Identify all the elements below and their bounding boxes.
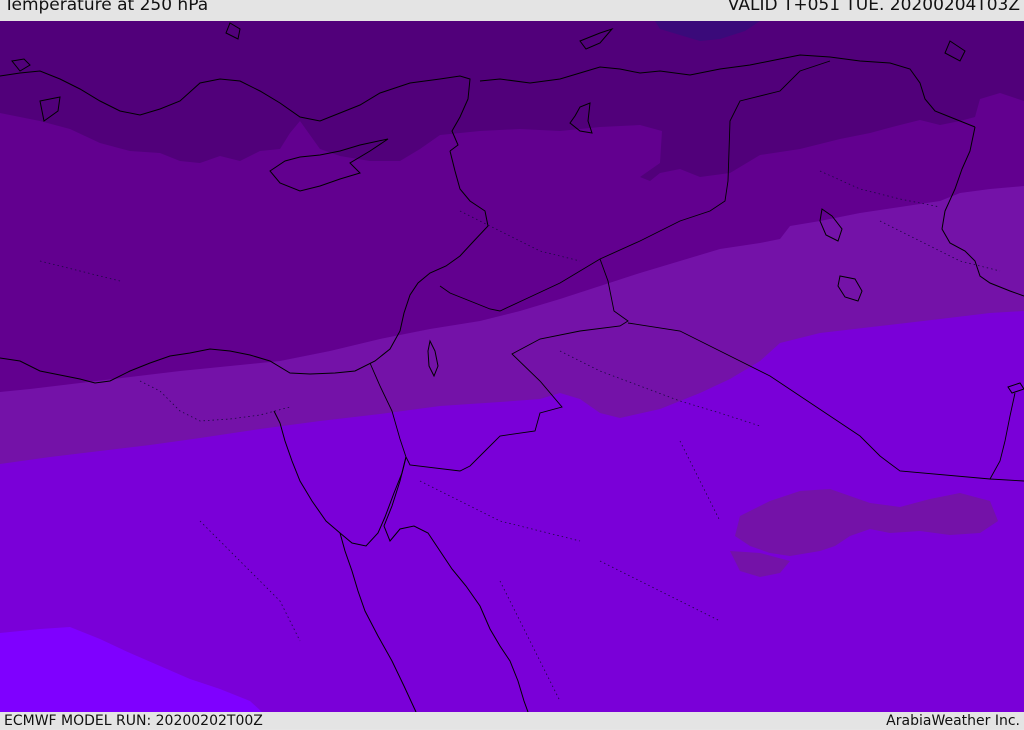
temperature-map (0, 21, 1024, 712)
header-bar: Temperature at 250 hPa VALID T+051 TUE. … (0, 0, 1024, 21)
map-canvas (0, 21, 1024, 712)
footer-bar: ECMWF MODEL RUN: 20200202T00Z ArabiaWeat… (0, 712, 1024, 729)
model-run-label: ECMWF MODEL RUN: 20200202T00Z (4, 713, 263, 729)
valid-time-label: VALID T+051 TUE. 20200204T03Z (727, 0, 1020, 15)
map-title: Temperature at 250 hPa (4, 0, 209, 15)
map-figure: Temperature at 250 hPa VALID T+051 TUE. … (0, 0, 1024, 729)
credit-label: ArabiaWeather Inc. (886, 713, 1020, 729)
